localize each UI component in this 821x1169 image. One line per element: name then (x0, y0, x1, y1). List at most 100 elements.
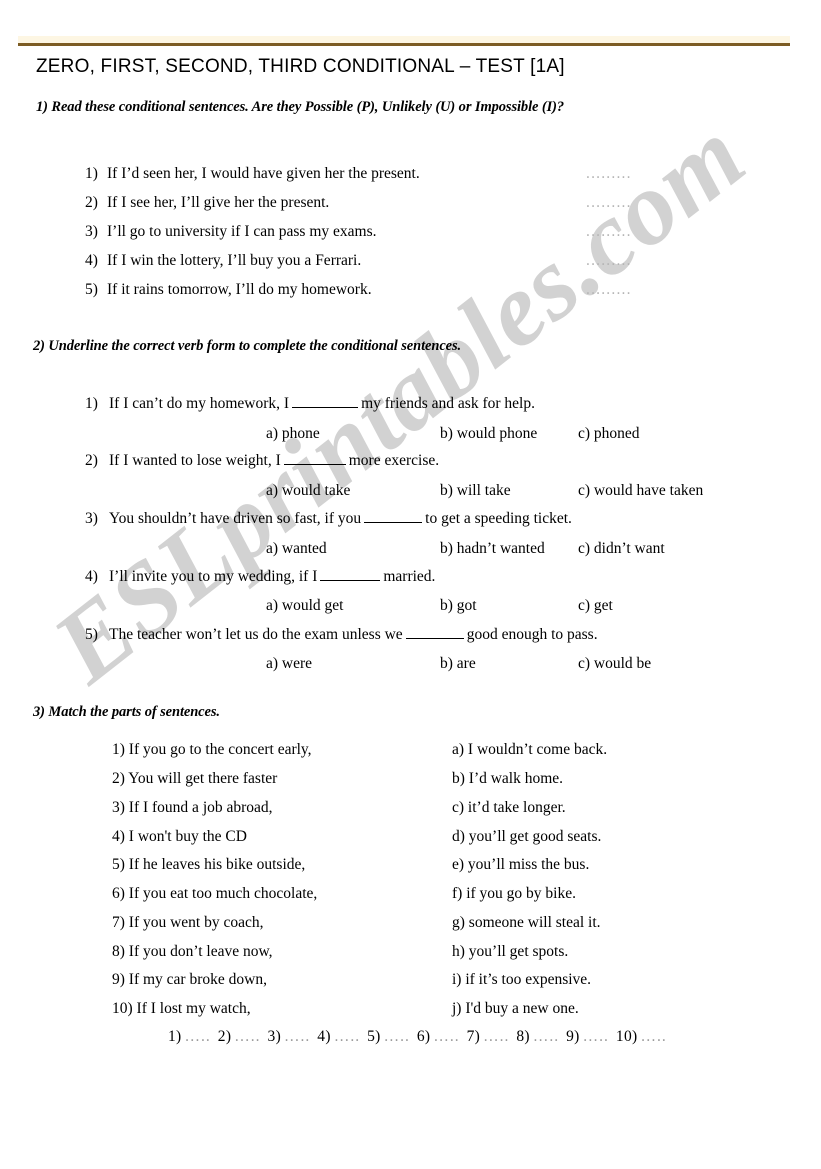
answer-slot-blank[interactable]: ….. (185, 1028, 211, 1045)
option-a[interactable]: a) were (266, 655, 312, 673)
answer-slot-blank[interactable]: ….. (284, 1028, 310, 1045)
item-text: If it rains tomorrow, I’ll do my homewor… (107, 281, 372, 298)
question-before: If I wanted to lose weight, I (109, 452, 281, 469)
match-right-item[interactable]: a) I wouldn’t come back. (452, 741, 607, 759)
option-b[interactable]: b) hadn’t wanted (440, 540, 545, 558)
answer-slot-label: 7) (466, 1028, 481, 1045)
match-left-item[interactable]: 3) If I found a job abroad, (112, 799, 273, 817)
answer-slot-label: 2) (217, 1028, 232, 1045)
answer-slot-label: 1) (168, 1028, 182, 1045)
match-right-item[interactable]: h) you’ll get spots. (452, 943, 568, 961)
item-text: I’ll go to university if I can pass my e… (107, 223, 377, 240)
option-b[interactable]: b) got (440, 597, 477, 615)
item-number: 4) (85, 252, 98, 269)
answer-slot-label: 6) (416, 1028, 431, 1045)
option-c[interactable]: c) get (578, 597, 613, 615)
match-left-item[interactable]: 10) If I lost my watch, (112, 1000, 251, 1018)
answer-slot-blank[interactable]: ….. (533, 1028, 559, 1045)
answer-slot-label: 5) (367, 1028, 381, 1045)
option-a[interactable]: a) wanted (266, 540, 327, 558)
page-title: ZERO, FIRST, SECOND, THIRD CONDITIONAL –… (36, 56, 565, 77)
match-right-item[interactable]: c) it’d take longer. (452, 799, 566, 817)
item-number: 4) (85, 568, 98, 585)
exercise-2-heading: 2) Underline the correct verb form to co… (33, 338, 462, 354)
answer-blank[interactable]: ......... (586, 165, 632, 183)
match-right-item[interactable]: i) if it’s too expensive. (452, 971, 591, 989)
fill-blank[interactable] (405, 625, 464, 639)
question-after: more exercise. (348, 452, 440, 469)
match-left-item[interactable]: 6) If you eat too much chocolate, (112, 885, 317, 903)
item-text: If I’d seen her, I would have given her … (107, 165, 420, 182)
item-number: 3) (85, 223, 98, 240)
match-right-item[interactable]: e) you’ll miss the bus. (452, 856, 589, 874)
option-b[interactable]: b) would phone (440, 425, 537, 443)
match-left-item[interactable]: 8) If you don’t leave now, (112, 943, 273, 961)
option-c[interactable]: c) phoned (578, 425, 640, 443)
match-left-item[interactable]: 5) If he leaves his bike outside, (112, 856, 305, 874)
fill-blank[interactable] (283, 451, 346, 465)
answer-blank[interactable]: ......... (586, 281, 632, 299)
exercise-2-question: 5) The teacher won’t let us do the exam u… (85, 625, 598, 644)
exercise-2-question: 2) If I wanted to lose weight, I more exer… (85, 451, 439, 470)
answer-slot-blank[interactable]: ….. (483, 1028, 509, 1045)
question-before: I’ll invite you to my wedding, if I (109, 568, 318, 585)
fill-blank[interactable] (320, 567, 381, 581)
item-number: 5) (85, 281, 98, 298)
answer-slot-blank[interactable]: ….. (640, 1028, 666, 1045)
match-right-item[interactable]: d) you’ll get good seats. (452, 828, 601, 846)
match-left-item[interactable]: 4) I won't buy the CD (112, 828, 247, 846)
option-a[interactable]: a) phone (266, 425, 320, 443)
answer-slot-blank[interactable]: ….. (334, 1028, 360, 1045)
question-before: The teacher won’t let us do the exam unl… (109, 626, 403, 643)
match-right-item[interactable]: j) I'd buy a new one. (452, 1000, 579, 1018)
exercise-1-item: 1) If I’d seen her, I would have given he… (85, 165, 420, 183)
question-after: good enough to pass. (466, 626, 598, 643)
question-before: You shouldn’t have driven so fast, if yo… (109, 510, 362, 527)
question-after: married. (383, 568, 436, 585)
exercise-1-item: 2) If I see her, I’ll give her the presen… (85, 194, 329, 212)
fill-blank[interactable] (292, 394, 359, 408)
option-c[interactable]: c) would have taken (578, 482, 703, 500)
item-text: If I see her, I’ll give her the present. (107, 194, 330, 211)
option-a[interactable]: a) would get (266, 597, 343, 615)
header-divider (18, 36, 790, 46)
answer-slot-label: 9) (566, 1028, 580, 1045)
item-number: 3) (85, 510, 98, 527)
item-number: 1) (85, 165, 98, 182)
answer-blank[interactable]: ......... (586, 194, 632, 212)
answer-slot-label: 4) (317, 1028, 331, 1045)
exercise-1-item: 4) If I win the lottery, I’ll buy you a F… (85, 252, 361, 270)
answer-blank[interactable]: ......... (586, 252, 632, 270)
exercise-1-item: 3) I’ll go to university if I can pass my… (85, 223, 376, 241)
worksheet-page: ESLprintables.com ZERO, FIRST, SECOND, T… (0, 0, 821, 1169)
answer-blank[interactable]: ......... (586, 223, 632, 241)
answer-slot-blank[interactable]: ….. (433, 1028, 459, 1045)
option-a[interactable]: a) would take (266, 482, 350, 500)
option-b[interactable]: b) are (440, 655, 476, 673)
match-left-item[interactable]: 7) If you went by coach, (112, 914, 264, 932)
match-answer-line: 1)….. 2)….. 3)….. 4)….. 5)….. 6)….. 7)….. 8)…..… (168, 1028, 674, 1046)
answer-slot-label: 3) (267, 1028, 282, 1045)
answer-slot-label: 8) (516, 1028, 530, 1045)
match-left-item[interactable]: 9) If my car broke down, (112, 971, 267, 989)
question-before: If I can’t do my homework, I (109, 395, 290, 412)
answer-slot-blank[interactable]: ….. (583, 1028, 609, 1045)
match-right-item[interactable]: f) if you go by bike. (452, 885, 576, 903)
exercise-3-heading: 3) Match the parts of sentences. (33, 704, 220, 720)
option-c[interactable]: c) would be (578, 655, 651, 673)
item-number: 5) (85, 626, 98, 643)
answer-slot-blank[interactable]: ….. (234, 1028, 260, 1045)
answer-slot-blank[interactable]: ….. (384, 1028, 410, 1045)
option-c[interactable]: c) didn’t want (578, 540, 665, 558)
item-number: 2) (85, 194, 98, 211)
item-text: If I win the lottery, I’ll buy you a Fer… (107, 252, 362, 269)
exercise-2-question: 3) You shouldn’t have driven so fast, if … (85, 509, 572, 528)
match-right-item[interactable]: b) I’d walk home. (452, 770, 563, 788)
fill-blank[interactable] (364, 509, 423, 523)
answer-slot-label: 10) (615, 1028, 638, 1045)
exercise-2-question: 4) I’ll invite you to my wedding, if I mar… (85, 567, 435, 586)
option-b[interactable]: b) will take (440, 482, 511, 500)
match-left-item[interactable]: 2) You will get there faster (112, 770, 277, 788)
match-left-item[interactable]: 1) If you go to the concert early, (112, 741, 312, 759)
match-right-item[interactable]: g) someone will steal it. (452, 914, 601, 932)
